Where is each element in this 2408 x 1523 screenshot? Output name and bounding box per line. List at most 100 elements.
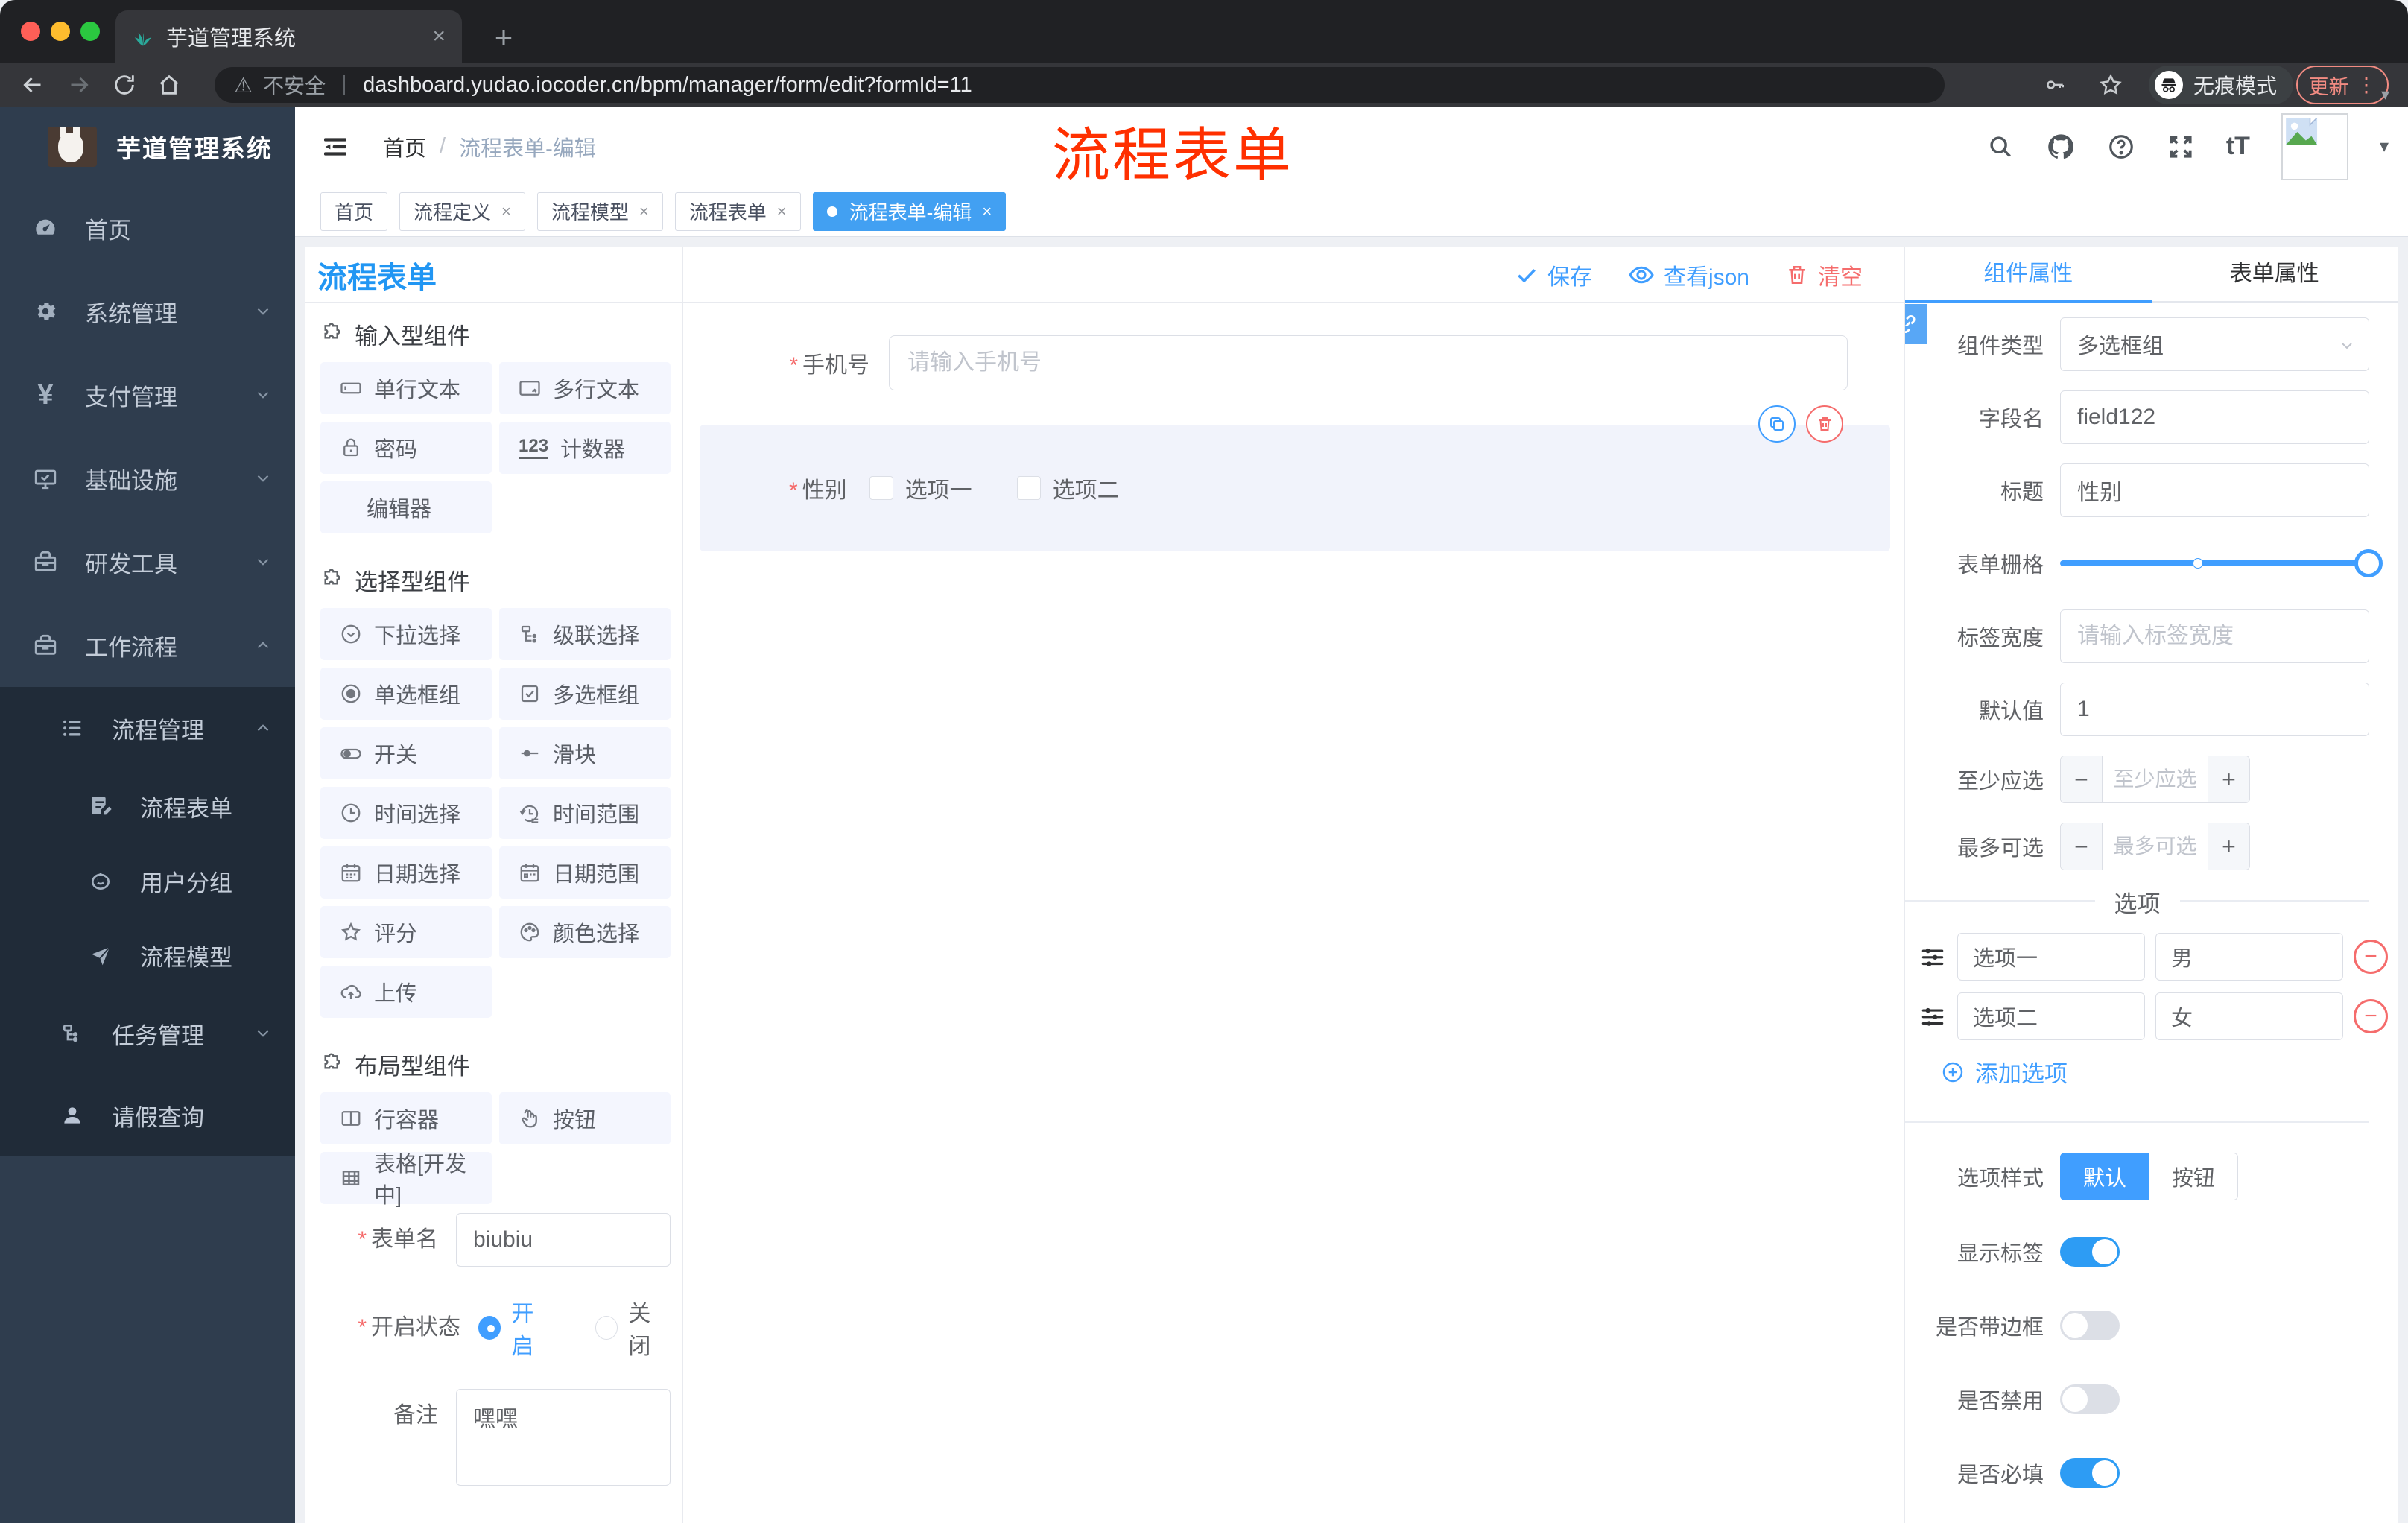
copy-field-button[interactable] bbox=[1758, 405, 1796, 443]
bookmark-star-icon[interactable] bbox=[2098, 72, 2123, 98]
toolbar-caret-icon[interactable]: ▾ bbox=[2381, 85, 2389, 104]
status-radio-off[interactable]: 关闭 bbox=[595, 1295, 671, 1361]
link-drawer-button[interactable] bbox=[1905, 304, 1927, 344]
label-width-input[interactable] bbox=[2060, 609, 2369, 663]
tab-close-icon[interactable]: × bbox=[432, 24, 446, 49]
component-chip-row-container[interactable]: 行容器 bbox=[320, 1092, 492, 1144]
checkbox-box[interactable] bbox=[869, 476, 893, 500]
sidebar-item-leave-query[interactable]: 请假查询 bbox=[0, 1074, 295, 1156]
component-chip-rate[interactable]: 评分 bbox=[320, 906, 492, 958]
update-button[interactable]: 更新 ⋮ bbox=[2296, 66, 2389, 104]
title-input[interactable] bbox=[2060, 463, 2369, 517]
window-close-button[interactable] bbox=[21, 22, 40, 41]
sidebar-item-process-manage[interactable]: 流程管理 bbox=[0, 687, 295, 769]
component-chip-time-picker[interactable]: 时间选择 bbox=[320, 787, 492, 839]
sidebar-collapse-icon[interactable] bbox=[320, 132, 350, 162]
phone-input[interactable] bbox=[889, 335, 1848, 390]
browser-menu-icon[interactable]: ⋮ bbox=[2357, 74, 2377, 97]
drag-handle-icon[interactable] bbox=[1919, 943, 1947, 971]
avatar-caret-icon[interactable]: ▾ bbox=[2380, 136, 2389, 157]
checkbox-option-2[interactable]: 选项二 bbox=[1016, 472, 1120, 504]
slider-track[interactable] bbox=[2060, 549, 2383, 577]
component-chip-single-text[interactable]: 单行文本 bbox=[320, 362, 492, 414]
clear-button[interactable]: 清空 bbox=[1785, 259, 1863, 291]
component-chip-color-picker[interactable]: 颜色选择 bbox=[499, 906, 671, 958]
option-label-input[interactable] bbox=[1957, 933, 2145, 981]
tab-form-props[interactable]: 表单属性 bbox=[2152, 247, 2398, 301]
remove-option-button[interactable]: − bbox=[2354, 999, 2388, 1033]
component-chip-date-range[interactable]: 日期范围 bbox=[499, 846, 671, 899]
stepper-increase-button[interactable]: + bbox=[2208, 823, 2249, 870]
option-label-input[interactable] bbox=[1957, 992, 2145, 1040]
component-type-select[interactable]: 多选框组 bbox=[2060, 317, 2369, 371]
disabled-toggle[interactable] bbox=[2060, 1384, 2120, 1414]
tag-close-icon[interactable]: × bbox=[639, 202, 649, 221]
tag-close-icon[interactable]: × bbox=[777, 202, 787, 221]
stepper-decrease-button[interactable]: − bbox=[2061, 823, 2103, 870]
sidebar-logo-row[interactable]: 芋道管理系统 bbox=[0, 107, 295, 186]
font-size-icon[interactable]: tT bbox=[2226, 132, 2250, 161]
tag-process-form-edit[interactable]: 流程表单-编辑 × bbox=[812, 191, 1007, 231]
search-icon[interactable] bbox=[1986, 133, 2015, 161]
help-icon[interactable] bbox=[2107, 133, 2135, 161]
sidebar-item-process-form[interactable]: 流程表单 bbox=[0, 769, 295, 843]
component-chip-cascader[interactable]: 级联选择 bbox=[499, 608, 671, 660]
default-value-input[interactable] bbox=[2060, 683, 2369, 736]
component-chip-time-range[interactable]: 时间范围 bbox=[499, 787, 671, 839]
tag-process-form[interactable]: 流程表单 × bbox=[674, 191, 801, 231]
sidebar-item-system[interactable]: 系统管理 bbox=[0, 270, 295, 353]
component-chip-slider[interactable]: 滑块 bbox=[499, 727, 671, 779]
window-zoom-button[interactable] bbox=[80, 22, 100, 41]
max-select-input[interactable] bbox=[2103, 823, 2208, 870]
new-tab-button[interactable]: + bbox=[483, 16, 525, 58]
sidebar-item-workflow[interactable]: 工作流程 bbox=[0, 604, 295, 687]
checkbox-option-1[interactable]: 选项一 bbox=[869, 472, 972, 504]
password-key-icon[interactable] bbox=[2043, 73, 2067, 97]
grid-slider[interactable] bbox=[2060, 536, 2383, 590]
checkbox-box[interactable] bbox=[1016, 476, 1041, 500]
sidebar-item-user-group[interactable]: 用户分组 bbox=[0, 843, 295, 918]
tab-component-props[interactable]: 组件属性 bbox=[1905, 247, 2152, 301]
add-option-button[interactable]: 添加选项 bbox=[1941, 1055, 2369, 1089]
delete-field-button[interactable] bbox=[1806, 405, 1843, 443]
avatar[interactable] bbox=[2281, 113, 2348, 180]
min-select-input[interactable] bbox=[2103, 756, 2208, 802]
component-chip-radio-group[interactable]: 单选框组 bbox=[320, 668, 492, 720]
component-chip-textarea[interactable]: 多行文本 bbox=[499, 362, 671, 414]
back-button[interactable] bbox=[19, 72, 46, 98]
address-bar[interactable]: ⚠ 不安全 dashboard.yudao.iocoder.cn/bpm/man… bbox=[215, 67, 1945, 103]
view-json-button[interactable]: 查看json bbox=[1628, 259, 1749, 291]
component-chip-checkbox-group[interactable]: 多选框组 bbox=[499, 668, 671, 720]
component-chip-password[interactable]: 密码 bbox=[320, 422, 492, 474]
stepper-decrease-button[interactable]: − bbox=[2061, 756, 2103, 802]
stepper-increase-button[interactable]: + bbox=[2208, 756, 2249, 802]
component-chip-switch[interactable]: 开关 bbox=[320, 727, 492, 779]
sidebar-item-task-manage[interactable]: 任务管理 bbox=[0, 992, 295, 1074]
style-button-button[interactable]: 按钮 bbox=[2149, 1153, 2239, 1200]
tag-process-model[interactable]: 流程模型 × bbox=[536, 191, 663, 231]
save-button[interactable]: 保存 bbox=[1515, 259, 1592, 291]
canvas-field-phone[interactable]: 手机号 bbox=[773, 335, 1848, 390]
required-toggle[interactable] bbox=[2060, 1458, 2120, 1488]
drag-handle-icon[interactable] bbox=[1919, 1002, 1947, 1030]
style-default-button[interactable]: 默认 bbox=[2060, 1153, 2150, 1200]
tag-close-icon[interactable]: × bbox=[501, 202, 511, 221]
component-chip-counter[interactable]: 123 计数器 bbox=[499, 422, 671, 474]
field-name-input[interactable] bbox=[2060, 390, 2369, 444]
component-chip-upload[interactable]: 上传 bbox=[320, 966, 492, 1018]
remark-textarea[interactable]: 嘿嘿 bbox=[456, 1389, 671, 1486]
sidebar-item-devtools[interactable]: 研发工具 bbox=[0, 520, 295, 604]
border-toggle[interactable] bbox=[2060, 1311, 2120, 1340]
option-value-input[interactable] bbox=[2155, 933, 2343, 981]
tag-process-definition[interactable]: 流程定义 × bbox=[399, 191, 525, 231]
github-icon[interactable] bbox=[2046, 132, 2076, 162]
breadcrumb-home[interactable]: 首页 bbox=[383, 131, 426, 162]
window-minimize-button[interactable] bbox=[51, 22, 70, 41]
remove-option-button[interactable]: − bbox=[2354, 940, 2388, 974]
sidebar-item-process-model[interactable]: 流程模型 bbox=[0, 918, 295, 992]
form-name-input[interactable] bbox=[456, 1213, 671, 1267]
tag-home[interactable]: 首页 bbox=[320, 191, 388, 231]
sidebar-item-home[interactable]: 首页 bbox=[0, 186, 295, 270]
reload-button[interactable] bbox=[112, 72, 137, 98]
sidebar-item-payment[interactable]: ¥ 支付管理 bbox=[0, 353, 295, 437]
